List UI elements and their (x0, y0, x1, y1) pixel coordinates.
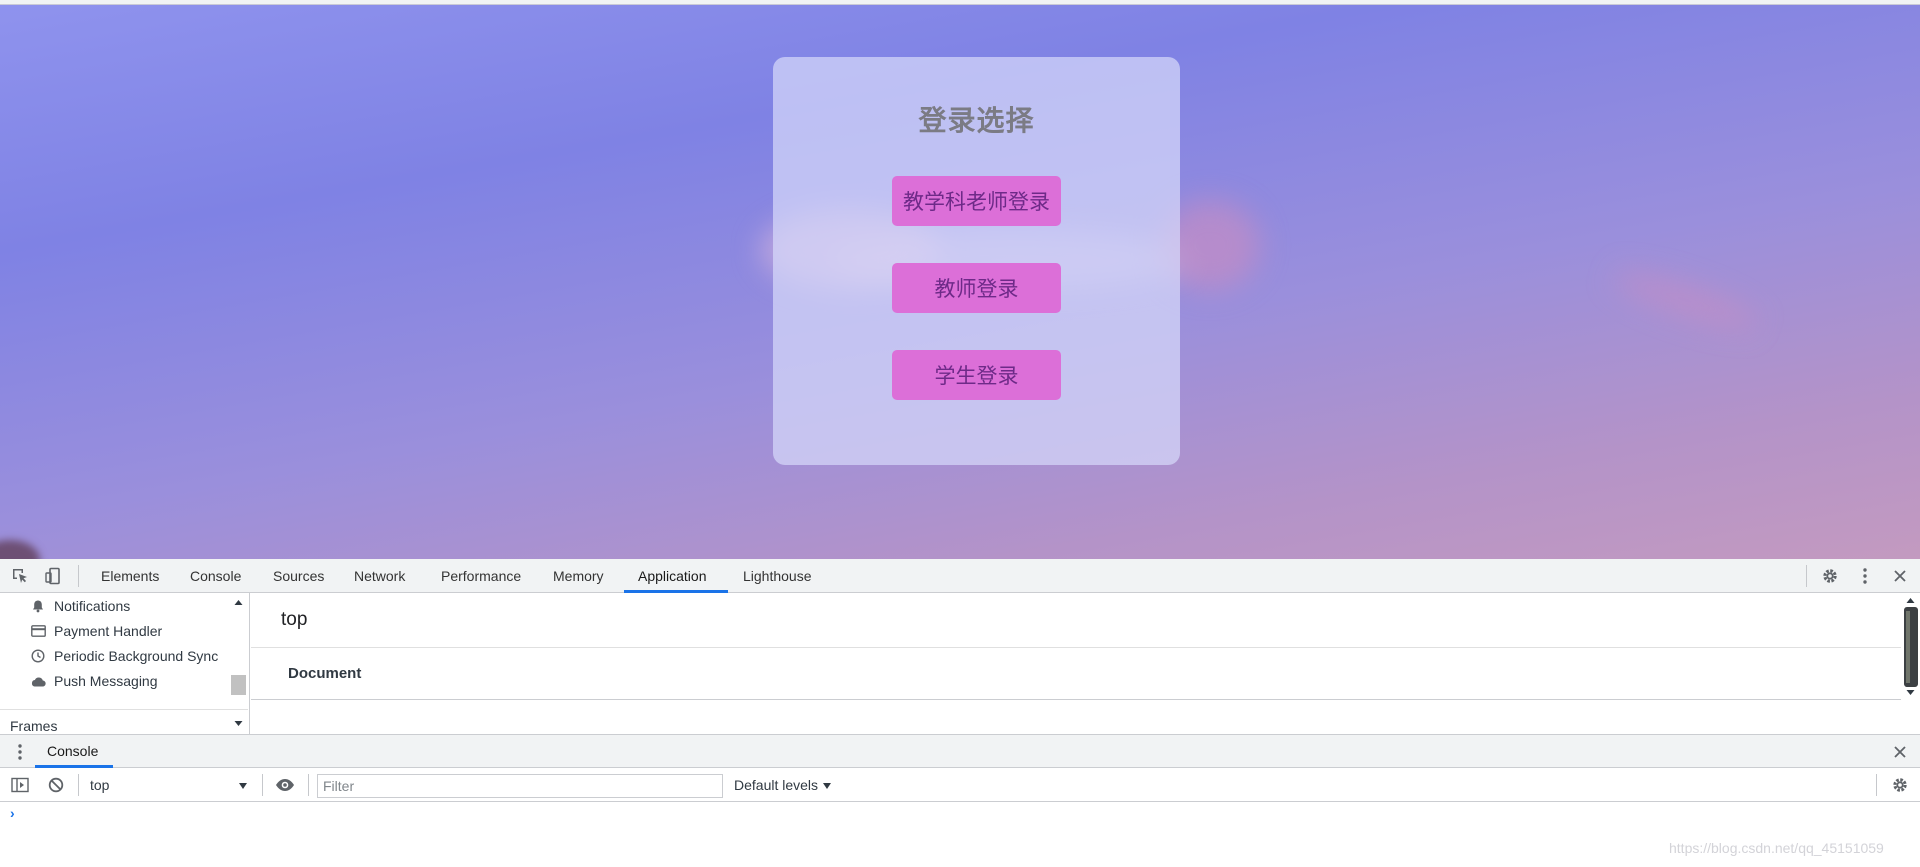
card-icon (30, 623, 46, 639)
log-levels-label: Default levels (734, 777, 819, 793)
dropdown-arrow-icon (822, 777, 832, 793)
clock-icon (30, 648, 46, 664)
tab-network[interactable]: Network (352, 559, 407, 593)
subject-teacher-login-button[interactable]: 教学科老师登录 (892, 176, 1061, 226)
background-silhouette (0, 540, 40, 559)
sidebar-item-label: Periodic Background Sync (54, 648, 219, 664)
console-output[interactable]: › (0, 802, 1920, 867)
devtools-toolbar: Elements Console Sources Network Perform… (0, 559, 1920, 593)
application-sidebar: Notifications Payment Handler Periodic B… (0, 593, 250, 734)
browser-top-strip (0, 0, 1920, 5)
close-icon[interactable] (1890, 566, 1910, 586)
sidebar-item-label: Push Messaging (54, 673, 158, 689)
context-select[interactable]: top (82, 774, 252, 796)
login-title: 登录选择 (918, 104, 1035, 137)
drawer-tab-console[interactable]: Console (47, 735, 98, 769)
divider (251, 699, 1901, 700)
console-settings-gear-icon[interactable] (1890, 775, 1910, 795)
teacher-login-button[interactable]: 教师登录 (892, 263, 1061, 313)
sidebar-item-payment-handler[interactable]: Payment Handler (30, 621, 162, 641)
tab-memory[interactable]: Memory (551, 559, 606, 593)
toolbar-separator (78, 565, 79, 587)
tab-elements[interactable]: Elements (99, 559, 161, 593)
more-vertical-icon[interactable] (1855, 566, 1875, 586)
tab-performance[interactable]: Performance (439, 559, 523, 593)
drawer-close-icon[interactable] (1890, 742, 1910, 762)
document-section-label: Document (288, 665, 362, 682)
toolbar-separator (1806, 565, 1807, 587)
drawer-header: Console (0, 734, 1920, 768)
tab-application[interactable]: Application (636, 559, 709, 593)
sidebar-item-label: Payment Handler (54, 623, 163, 639)
tab-console[interactable]: Console (188, 559, 243, 593)
cloud-icon (30, 673, 46, 689)
device-toggle-icon[interactable] (44, 566, 64, 586)
bell-icon (30, 598, 46, 614)
console-prompt-icon: › (10, 805, 15, 821)
clear-console-icon[interactable] (46, 775, 66, 795)
login-card: 登录选择 教学科老师登录 教师登录 学生登录 (773, 57, 1180, 465)
main-panel-scrollbar[interactable] (1901, 593, 1920, 700)
sidebar-item-label: Notifications (54, 598, 131, 614)
toolbar-separator (1876, 774, 1877, 796)
live-expression-eye-icon[interactable] (275, 775, 295, 795)
background-cloud (1609, 262, 1761, 338)
settings-gear-icon[interactable] (1820, 566, 1840, 586)
console-toolbar: top Default levels (0, 768, 1920, 802)
tab-lighthouse[interactable]: Lighthouse (741, 559, 814, 593)
drawer-menu-icon[interactable] (10, 742, 30, 762)
page-viewport: 登录选择 教学科老师登录 教师登录 学生登录 (0, 0, 1920, 559)
page: 登录选择 教学科老师登录 教师登录 学生登录 Elements Console … (0, 0, 1920, 867)
frame-title: top (281, 609, 308, 630)
devtools-panel: Elements Console Sources Network Perform… (0, 559, 1920, 867)
inspect-icon[interactable] (10, 566, 30, 586)
toolbar-separator (308, 774, 309, 796)
sidebar-item-periodic-background-sync[interactable]: Periodic Background Sync (30, 646, 218, 666)
application-main-panel: top Document (251, 593, 1920, 734)
divider (251, 647, 1901, 648)
frames-section-header[interactable]: Frames (0, 709, 248, 734)
sidebar-item-notifications[interactable]: Notifications (30, 596, 130, 616)
toolbar-separator (262, 774, 263, 796)
student-login-button[interactable]: 学生登录 (892, 350, 1061, 400)
dropdown-arrow-icon (238, 777, 248, 793)
toolbar-separator (78, 774, 79, 796)
watermark: https://blog.csdn.net/qq_45151059 (1669, 840, 1884, 856)
log-levels-dropdown[interactable]: Default levels (734, 774, 832, 796)
tab-sources[interactable]: Sources (271, 559, 326, 593)
context-select-value: top (90, 777, 110, 793)
sidebar-item-push-messaging[interactable]: Push Messaging (30, 671, 158, 691)
console-filter-input[interactable] (317, 774, 723, 798)
sidebar-toggle-icon[interactable] (10, 775, 30, 795)
